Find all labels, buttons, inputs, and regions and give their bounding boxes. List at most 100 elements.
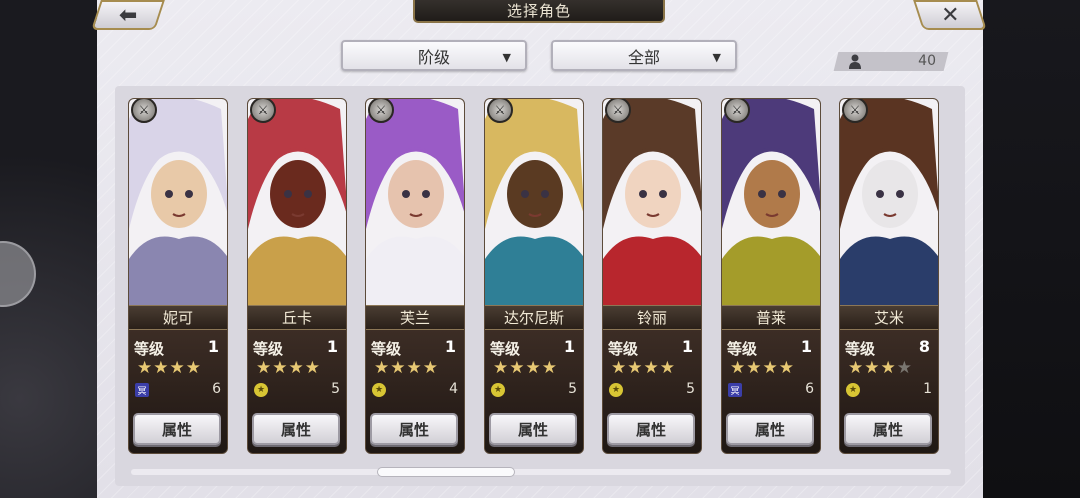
skill-count: 5	[331, 381, 340, 397]
character-portrait[interactable]	[485, 99, 583, 305]
star-icon: ★	[153, 358, 170, 378]
light-element-icon: ★	[254, 383, 268, 397]
spear-class-icon: ⚔	[368, 99, 394, 123]
character-info: 等级 1 ★★★★ ★ 5 属性	[485, 330, 583, 453]
character-portrait[interactable]	[603, 99, 701, 305]
person-icon	[849, 54, 861, 69]
skill-count: 6	[212, 381, 221, 397]
level-value: 1	[326, 337, 338, 356]
scrollbar-thumb[interactable]	[377, 467, 515, 477]
star-icon: ★	[288, 358, 305, 378]
star-icon: ★	[627, 358, 644, 378]
character-portrait[interactable]	[129, 99, 227, 305]
level-value: 1	[207, 337, 219, 356]
star-icon: ★	[730, 358, 747, 378]
skill-count: 4	[449, 381, 458, 397]
level-label: 等级	[845, 340, 876, 358]
character-card[interactable]: ⚔ 妮可 等级 1 ★★★★ 冥 6 属性	[128, 98, 228, 454]
character-name: 普莱	[722, 305, 820, 330]
star-rating: ★★★★	[374, 358, 439, 378]
attributes-button[interactable]: 属性	[726, 413, 814, 445]
character-info: 等级 1 ★★★★ ★ 4 属性	[366, 330, 464, 453]
chevron-down-icon: ▼	[712, 51, 721, 64]
character-card[interactable]: ⚔ 普莱 等级 1 ★★★★ 冥 6 属性	[721, 98, 821, 454]
character-card[interactable]: ⚔ 丘卡 等级 1 ★★★★ ★ 5 属性	[247, 98, 347, 454]
star-rating: ★★★★	[493, 358, 558, 378]
star-icon: ★	[848, 358, 865, 378]
character-count-value: 40	[918, 53, 936, 69]
category-filter-dropdown[interactable]: 全部 ▼	[551, 40, 737, 71]
book-class-icon: ⚔	[724, 99, 750, 123]
star-icon: ★	[422, 358, 439, 378]
light-element-icon: ★	[372, 383, 386, 397]
chevron-down-icon: ▼	[502, 51, 511, 64]
light-element-icon: ★	[846, 383, 860, 397]
character-name: 铃丽	[603, 305, 701, 330]
character-name: 丘卡	[248, 305, 346, 330]
level-label: 等级	[727, 340, 758, 358]
level-label: 等级	[371, 340, 402, 358]
star-icon: ★	[896, 358, 913, 378]
level-value: 1	[800, 337, 812, 356]
character-info: 等级 1 ★★★★ ★ 5 属性	[603, 330, 701, 453]
hammer-class-icon: ⚔	[842, 99, 868, 123]
star-icon: ★	[778, 358, 795, 378]
star-rating: ★★★★	[730, 358, 795, 378]
attributes-button[interactable]: 属性	[607, 413, 695, 445]
rank-filter-label: 阶级	[417, 47, 450, 67]
star-icon: ★	[525, 358, 542, 378]
attributes-button[interactable]: 属性	[370, 413, 458, 445]
close-button[interactable]: ✕	[913, 0, 987, 30]
character-info: 等级 1 ★★★★ 冥 6 属性	[129, 330, 227, 453]
star-icon: ★	[185, 358, 202, 378]
level-value: 1	[681, 337, 693, 356]
level-label: 等级	[253, 340, 284, 358]
character-card[interactable]: ⚔ 达尔尼斯 等级 1 ★★★★ ★ 5 属性	[484, 98, 584, 454]
star-icon: ★	[272, 358, 289, 378]
star-icon: ★	[304, 358, 321, 378]
light-element-icon: ★	[609, 383, 623, 397]
back-button[interactable]: ⬅	[91, 0, 165, 30]
star-icon: ★	[509, 358, 526, 378]
skill-count: 5	[568, 381, 577, 397]
star-icon: ★	[541, 358, 558, 378]
character-card[interactable]: ⚔ 芙兰 等级 1 ★★★★ ★ 4 属性	[365, 98, 465, 454]
character-portrait[interactable]	[722, 99, 820, 305]
dark-element-icon: 冥	[135, 383, 149, 397]
attributes-button[interactable]: 属性	[489, 413, 577, 445]
star-icon: ★	[169, 358, 186, 378]
left-arrow-icon: ⬅	[118, 2, 138, 28]
level-value: 8	[918, 337, 930, 356]
level-label: 等级	[490, 340, 521, 358]
sword-class-icon: ⚔	[487, 99, 513, 123]
character-name: 达尔尼斯	[485, 305, 583, 330]
skill-count: 6	[805, 381, 814, 397]
scrollbar-track[interactable]	[131, 469, 951, 475]
star-rating: ★★★★	[848, 358, 913, 378]
character-portrait[interactable]	[248, 99, 346, 305]
character-portrait[interactable]	[366, 99, 464, 305]
rank-filter-dropdown[interactable]: 阶级 ▼	[341, 40, 527, 71]
attributes-button[interactable]: 属性	[844, 413, 932, 445]
attributes-button[interactable]: 属性	[133, 413, 221, 445]
level-value: 1	[563, 337, 575, 356]
attributes-button[interactable]: 属性	[252, 413, 340, 445]
star-icon: ★	[406, 358, 423, 378]
level-value: 1	[444, 337, 456, 356]
star-icon: ★	[880, 358, 897, 378]
character-card[interactable]: ⚔ 艾米 等级 8 ★★★★ ★ 1 属性	[839, 98, 939, 454]
star-icon: ★	[659, 358, 676, 378]
page-title: 选择角色	[413, 0, 665, 23]
skill-count: 5	[686, 381, 695, 397]
character-portrait[interactable]	[840, 99, 938, 305]
light-element-icon: ★	[491, 383, 505, 397]
character-count: 40	[842, 52, 942, 71]
star-icon: ★	[864, 358, 881, 378]
skill-count: 1	[923, 381, 932, 397]
star-icon: ★	[611, 358, 628, 378]
character-card[interactable]: ⚔ 铃丽 等级 1 ★★★★ ★ 5 属性	[602, 98, 702, 454]
star-icon: ★	[762, 358, 779, 378]
character-name: 芙兰	[366, 305, 464, 330]
level-label: 等级	[608, 340, 639, 358]
fist-class-icon: ⚔	[605, 99, 631, 123]
